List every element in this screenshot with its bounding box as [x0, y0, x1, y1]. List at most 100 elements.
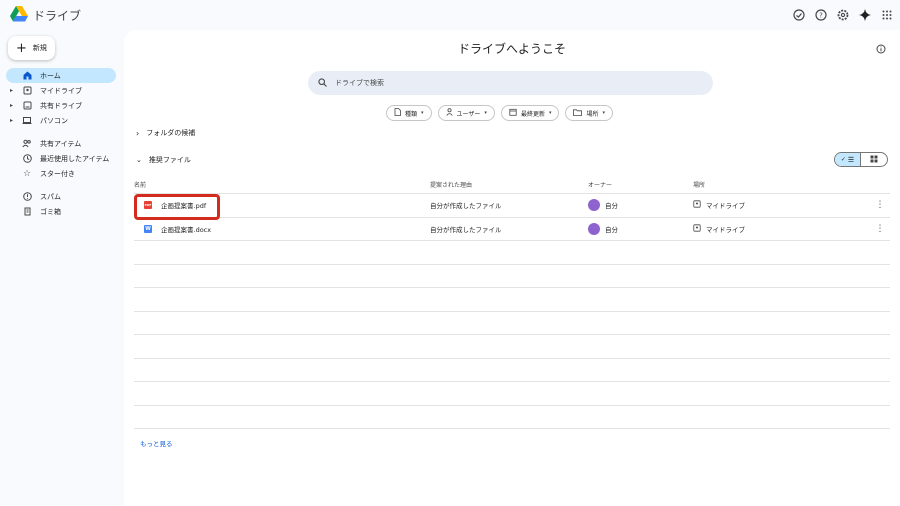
table-header: 名前 提案された理由 オーナー 場所 [134, 176, 890, 194]
filter-people-label: ユーザー [456, 110, 481, 118]
file-location[interactable]: マイドライブ [706, 200, 745, 210]
empty-row [134, 265, 890, 288]
word-file-icon: W [144, 224, 152, 233]
empty-row [134, 335, 890, 359]
column-header-location: 場所 [693, 182, 706, 189]
empty-row [134, 406, 890, 429]
sidebar-item-recent[interactable]: 最近使用したアイテム [6, 151, 116, 166]
sidebar-item-starred[interactable]: ☆ スター付き [6, 166, 116, 181]
svg-text:?: ? [819, 12, 823, 20]
chevron-down-icon[interactable]: ⌄ [136, 156, 142, 164]
more-actions-icon[interactable]: ⋮ [870, 200, 890, 210]
files-table: 名前 提案された理由 オーナー 場所 PDF 企画提案書.pdf 自分が作成した… [134, 176, 890, 429]
search-icon[interactable] [318, 77, 327, 89]
sidebar-item-label: パソコン [40, 116, 68, 125]
column-header-name[interactable]: 名前 [134, 180, 430, 189]
filter-modified-chip[interactable]: 最終更新 ▾ [500, 105, 560, 121]
sidebar-item-spam[interactable]: スパム [6, 189, 116, 204]
plus-icon: + [16, 40, 27, 56]
spam-icon [22, 192, 32, 202]
section-title: フォルダの候補 [146, 129, 196, 137]
sidebar-item-shared-with-me[interactable]: 共有アイテム [6, 136, 116, 151]
show-more-link[interactable]: もっと見る [140, 438, 173, 448]
avatar [588, 222, 600, 235]
home-icon [22, 71, 32, 81]
page-title: ドライブへようこそ [457, 42, 566, 56]
grid-view-icon [870, 155, 878, 165]
new-button[interactable]: + 新規 [8, 36, 55, 60]
search-input[interactable]: ドライブで検索 [335, 78, 384, 88]
my-drive-icon [693, 200, 701, 210]
sidebar-item-label: ホーム [40, 71, 61, 80]
dropdown-arrow-icon: ▾ [421, 110, 424, 116]
settings-icon[interactable] [836, 8, 850, 22]
app-title[interactable]: ドライブ [33, 7, 81, 24]
sidebar-item-label: スター付き [40, 169, 75, 178]
table-row[interactable]: PDF 企画提案書.pdf 自分が作成したファイル 自分 マイドライブ ⋮ [134, 194, 890, 218]
apps-grid-icon[interactable] [880, 8, 894, 22]
gemini-sparkle-icon[interactable] [858, 8, 872, 22]
owner-name: 自分 [605, 202, 618, 211]
filter-location-label: 場所 [586, 110, 599, 118]
empty-row [134, 241, 890, 265]
sidebar-item-label: 最近使用したアイテム [40, 154, 110, 163]
people-icon [22, 139, 32, 149]
file-name[interactable]: 企画提案書.docx [161, 224, 211, 234]
suggestion-reason: 自分が作成したファイル [430, 225, 502, 234]
sidebar-item-home[interactable]: ホーム [6, 68, 116, 83]
sidebar-item-label: スパム [40, 192, 61, 201]
section-title: 推奨ファイル [148, 156, 191, 164]
caret-right-icon[interactable]: ▸ [10, 117, 13, 124]
calendar-icon [509, 108, 517, 118]
empty-row [134, 359, 890, 382]
filter-modified-label: 最終更新 [520, 110, 545, 118]
more-actions-icon[interactable]: ⋮ [870, 224, 890, 234]
search-bar[interactable]: ドライブで検索 [308, 71, 713, 95]
offline-status-icon[interactable] [792, 8, 806, 22]
suggestion-reason: 自分が作成したファイル [430, 202, 502, 211]
dropdown-arrow-icon: ▾ [484, 110, 487, 116]
sidebar-item-computers[interactable]: ▸ パソコン [6, 113, 116, 128]
file-icon [394, 108, 401, 118]
filter-location-chip[interactable]: 場所 ▾ [565, 105, 613, 121]
drive-logo-icon[interactable] [10, 6, 28, 22]
info-icon[interactable] [876, 44, 886, 56]
file-location[interactable]: マイドライブ [706, 224, 745, 234]
list-view-button[interactable]: ✓ ☰ [835, 153, 861, 166]
owner-name: 自分 [605, 225, 618, 234]
top-bar: ドライブ ? [0, 0, 900, 30]
sidebar-item-label: 共有ドライブ [40, 101, 82, 110]
sidebar-item-label: ゴミ箱 [40, 207, 61, 216]
filter-type-chip[interactable]: 種類 ▾ [386, 105, 432, 121]
caret-right-icon[interactable]: ▸ [10, 102, 13, 109]
sidebar-item-trash[interactable]: ゴミ箱 [6, 204, 116, 219]
dropdown-arrow-icon: ▾ [602, 110, 605, 116]
suggested-folders-header[interactable]: › フォルダの候補 [136, 128, 195, 138]
main-panel: ドライブへようこそ ドライブで検索 種類 ▾ ユーザー ▾ 最終更新 ▾ 場所 … [124, 30, 900, 506]
check-icon: ✓ [840, 156, 846, 163]
suggested-files-header[interactable]: ⌄ 推奨ファイル [136, 155, 191, 165]
column-header-reason: 提案された理由 [430, 182, 473, 189]
filter-people-chip[interactable]: ユーザー ▾ [437, 105, 495, 121]
column-header-owner: オーナー [588, 182, 613, 189]
trash-icon [22, 207, 32, 217]
help-icon[interactable]: ? [814, 8, 828, 22]
caret-right-icon[interactable]: ▸ [10, 87, 13, 94]
my-drive-icon [22, 86, 32, 96]
clock-icon [22, 154, 32, 164]
sidebar: ホーム ▸ マイドライブ ▸ 共有ドライブ ▸ パソコン 共有アイテム 最近使用… [0, 68, 120, 219]
list-view-icon: ☰ [847, 155, 855, 164]
sidebar-item-shared-drives[interactable]: ▸ 共有ドライブ [6, 98, 116, 113]
empty-row [134, 288, 890, 312]
star-icon: ☆ [22, 168, 32, 179]
dropdown-arrow-icon: ▾ [548, 110, 552, 116]
highlight-box [134, 194, 220, 220]
table-row[interactable]: W 企画提案書.docx 自分が作成したファイル 自分 マイドライブ ⋮ [134, 218, 890, 241]
sidebar-item-my-drive[interactable]: ▸ マイドライブ [6, 83, 116, 98]
computer-icon [22, 116, 32, 126]
new-button-label: 新規 [32, 44, 47, 52]
grid-view-button[interactable] [861, 153, 887, 166]
chevron-right-icon[interactable]: › [136, 129, 139, 138]
filter-chips: 種類 ▾ ユーザー ▾ 最終更新 ▾ 場所 ▾ [386, 105, 613, 121]
my-drive-icon [693, 224, 701, 234]
